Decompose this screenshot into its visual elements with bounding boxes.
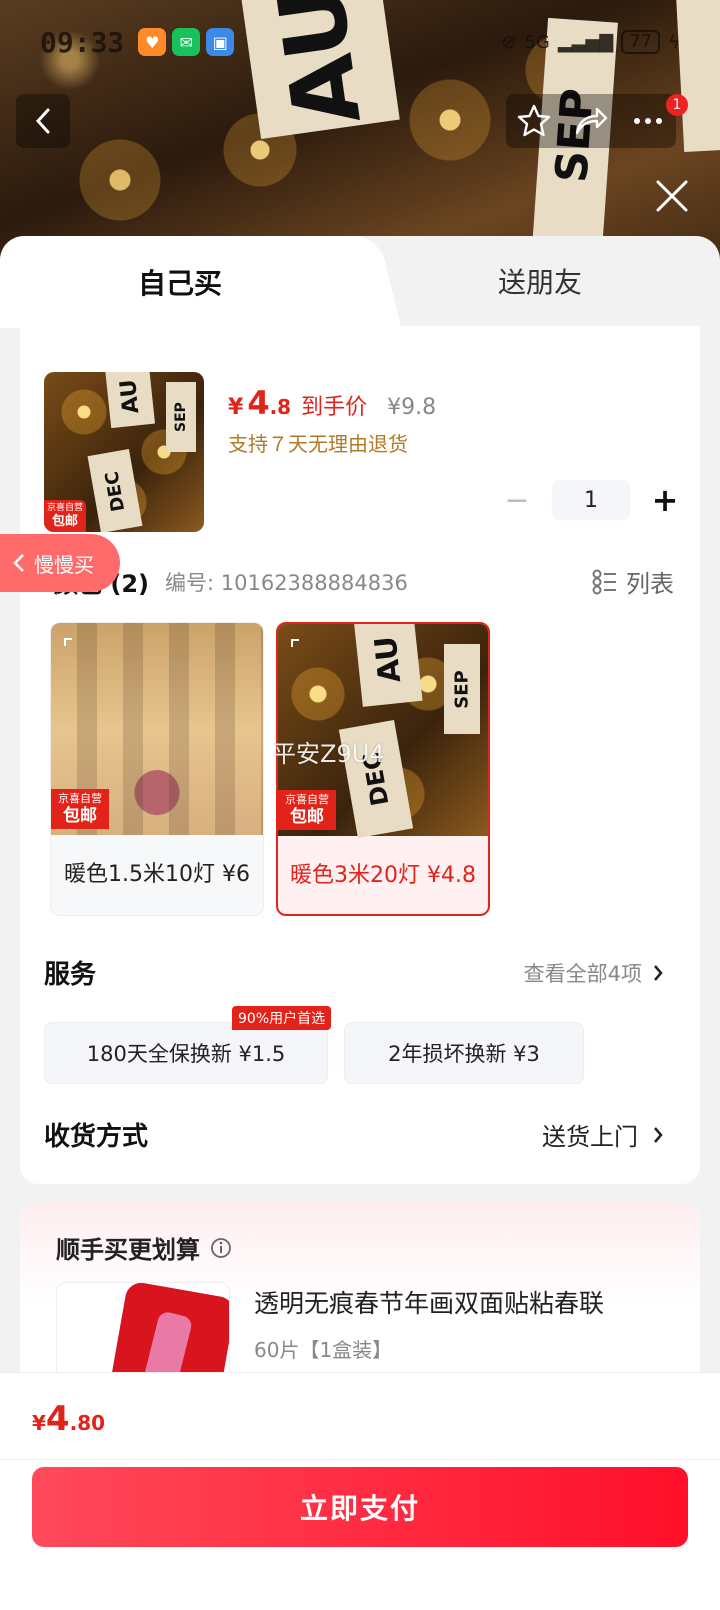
expand-icon[interactable] — [290, 638, 310, 658]
status-time: 09:33 — [40, 25, 125, 59]
promo-tag-bottom: 包邮 — [51, 514, 78, 529]
hero-tag-card — [675, 0, 720, 152]
chevron-left-icon — [35, 108, 50, 134]
opt-tag-top: 京喜自营 — [58, 792, 102, 805]
free-shipping-tag: 京喜自营 包邮 — [51, 789, 109, 829]
original-price: ¥9.8 — [387, 395, 437, 420]
status-right: ⊘ 5G ▂▃▅▇ 77 ϟ — [501, 30, 680, 54]
chevron-right-icon — [654, 1126, 663, 1143]
info-icon[interactable] — [210, 1237, 232, 1259]
shipping-method-row[interactable]: 收货方式 送货上门 — [44, 1116, 664, 1153]
network-label: 5G — [524, 31, 550, 53]
color-section-header: 颜色 (2) 编号: 10162388884836 列表 — [54, 564, 674, 599]
hero-tag-card: AU — [240, 0, 400, 140]
list-icon — [592, 569, 616, 594]
total-decimal: .80 — [69, 1411, 106, 1435]
upsell-product-name[interactable]: 透明无痕春节年画双面贴粘春联 — [254, 1284, 604, 1320]
opt-tag-top: 京喜自营 — [285, 793, 329, 806]
quantity-stepper: − 1 + — [500, 480, 682, 520]
star-icon[interactable] — [516, 103, 552, 139]
chevron-right-icon — [654, 964, 663, 981]
pay-now-button[interactable]: 立即支付 — [32, 1467, 688, 1547]
view-all-label: 查看全部4项 — [523, 961, 642, 986]
opt-tag-bottom: 包邮 — [63, 806, 97, 826]
decrease-quantity-button[interactable]: − — [500, 483, 534, 518]
service-option[interactable]: 180天全保换新 ¥1.5 — [44, 1022, 328, 1084]
battery-indicator: 77 — [621, 30, 661, 54]
top-action-group — [506, 94, 676, 148]
shipping-value: 送货上门 — [542, 1117, 664, 1152]
list-view-toggle[interactable]: 列表 — [592, 564, 674, 599]
list-view-label: 列表 — [626, 570, 674, 598]
services-header: 服务 查看全部4项 — [44, 954, 664, 991]
total-price: ¥ 4 .80 — [32, 1399, 105, 1439]
watermark-text: 平安Z9U4 — [272, 740, 385, 768]
price-label: 到手价 — [301, 395, 368, 420]
option-tag-card: SEP — [444, 644, 480, 734]
buy-mode-tabs: 送朋友 自己买 — [0, 236, 720, 328]
signal-icon: ▂▃▅▇ — [557, 31, 614, 53]
slow-buy-label: 慢慢买 — [34, 552, 94, 577]
divider — [0, 1459, 720, 1460]
status-bar: 09:33 ♥ ✉ ▣ ⊘ 5G ▂▃▅▇ 77 ϟ — [40, 22, 680, 62]
charging-icon: ϟ — [668, 31, 680, 53]
total-currency: ¥ — [32, 1411, 46, 1435]
expand-icon[interactable] — [63, 637, 83, 657]
return-policy-note: 支持７天无理由退货 — [228, 432, 408, 456]
service-option[interactable]: 2年损坏换新 ¥3 — [344, 1022, 584, 1084]
sku-number: 编号: 10162388884836 — [165, 570, 408, 595]
tab-buy-self[interactable]: 自己买 — [0, 236, 360, 328]
thumb-tag-card: AU — [104, 372, 156, 429]
price-currency: ¥ — [228, 395, 244, 420]
shipping-value-label: 送货上门 — [542, 1123, 638, 1151]
tab-send-friend[interactable]: 送朋友 — [360, 236, 720, 326]
shipping-title: 收货方式 — [44, 1122, 149, 1152]
price-integer: 4 — [247, 384, 270, 422]
notification-badge: 1 — [666, 94, 688, 116]
price-decimal: .8 — [269, 395, 292, 419]
price-row: ¥ 4 .8 到手价 ¥9.8 — [228, 384, 436, 422]
wifi-off-icon: ⊘ — [501, 31, 517, 53]
increase-quantity-button[interactable]: + — [648, 481, 682, 519]
thumb-tag-card: SEP — [166, 382, 196, 452]
product-thumbnail[interactable]: AU DEC SEP 京喜自营 包邮 — [44, 372, 204, 532]
slow-buy-floating-tab[interactable]: 慢慢买 — [0, 534, 120, 592]
total-integer: 4 — [45, 1399, 70, 1439]
free-shipping-tag: 京喜自营 包邮 — [44, 500, 86, 532]
option-label: 暖色3米20灯 ¥4.8 — [290, 863, 476, 888]
tab-buy-self-label: 自己买 — [137, 267, 222, 300]
option-tag-card: AU — [353, 624, 423, 707]
wechat-app-icon: ✉ — [172, 28, 201, 56]
color-option-selected[interactable]: AU DEC SEP 京喜自营 包邮 暖色3米20灯 ¥4.8 — [276, 622, 490, 916]
more-icon[interactable] — [630, 103, 666, 139]
quantity-value[interactable]: 1 — [552, 480, 630, 520]
chevron-left-icon — [13, 554, 24, 572]
option-label: 暖色1.5米10灯 ¥6 — [64, 862, 250, 887]
taobao-app-icon: ♥ — [138, 28, 167, 56]
view-all-services-link[interactable]: 查看全部4项 — [524, 958, 664, 988]
services-title: 服务 — [44, 960, 97, 990]
close-icon[interactable] — [654, 178, 690, 214]
popular-badge: 90%用户首选 — [232, 1006, 332, 1030]
thumb-tag-card: DEC — [87, 448, 143, 532]
opt-tag-bottom: 包邮 — [290, 807, 324, 827]
color-option[interactable]: 京喜自营 包邮 暖色1.5米10灯 ¥6 — [50, 622, 264, 916]
wallet-app-icon: ▣ — [206, 28, 235, 56]
share-icon[interactable] — [573, 103, 609, 139]
upsell-product-spec: 60片【1盒装】 — [254, 1338, 393, 1362]
back-button[interactable] — [16, 94, 70, 148]
promo-tag-top: 京喜自营 — [46, 503, 83, 513]
free-shipping-tag: 京喜自营 包邮 — [278, 790, 336, 830]
upsell-header: 顺手买更划算 — [56, 1230, 232, 1265]
checkout-bar: ¥ 4 .80 立即支付 — [0, 1372, 720, 1610]
purchase-sheet: 送朋友 自己买 AU DEC SEP 京喜自营 包邮 ¥ 4 .8 到手价 ¥9… — [0, 236, 720, 1610]
upsell-title: 顺手买更划算 — [56, 1236, 200, 1264]
